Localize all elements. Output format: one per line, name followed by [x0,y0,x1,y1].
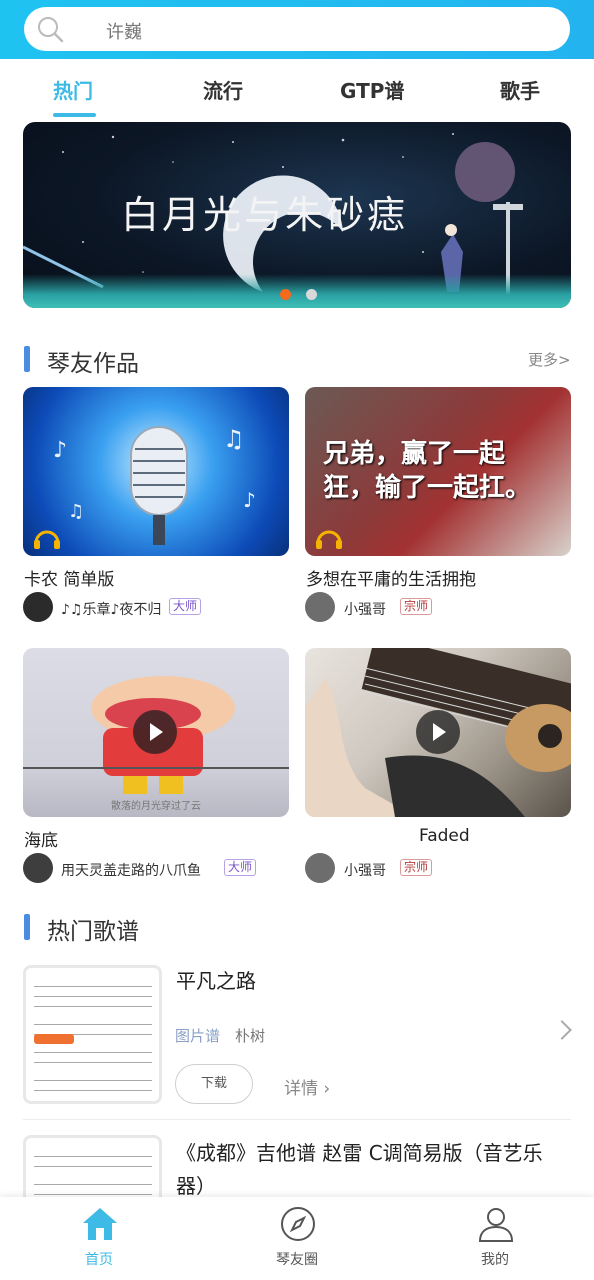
headphone-icon [34,530,60,549]
avatar[interactable] [23,853,53,883]
work-card-2-user[interactable]: 小强哥 [344,599,386,619]
tab-gtp[interactable]: GTP谱 [340,75,404,104]
compass-icon [281,1207,315,1241]
status-badge: 宗师 [400,598,433,615]
status-badge: 大师 [224,859,257,876]
microphone-artwork: ♪ ♫ ♪ ♫ [53,425,256,545]
search-icon [38,17,64,43]
status-badge: 大师 [169,598,202,615]
work-card-2-image-text: 兄弟，赢了一起狂，输了一起扛。 [323,439,532,503]
search-placeholder: 许巍 [106,22,142,43]
avatar[interactable] [305,853,335,883]
tab-singer[interactable]: 歌手 [500,75,540,104]
work-card-4-user[interactable]: 小强哥 [344,860,386,880]
play-icon[interactable] [133,710,177,754]
artist-name: 朴树 [235,1027,266,1045]
svg-text:♫: ♫ [223,425,245,453]
song-title[interactable]: 《成都》吉他谱 赵雷 C调简易版（音艺乐器） [176,1137,571,1203]
section-accent-bar [24,914,30,940]
banner-title: 白月光与朱砂痣 [121,193,409,237]
work-card-2-image[interactable]: 兄弟，赢了一起狂，输了一起扛。 [305,387,571,556]
divider [23,1119,571,1120]
avatar[interactable] [305,592,335,622]
active-tab-indicator [53,113,96,117]
work-card-3-image-text: 散落的月光穿过了云 [111,801,201,812]
detail-label: 详情 [284,1079,318,1099]
top-header: 许巍 [0,0,594,59]
work-card-4-image[interactable] [305,648,571,817]
headphone-icon [316,530,342,549]
section-accent-bar [24,346,30,372]
work-card-3-user[interactable]: 用天灵盖走路的八爪鱼 [61,860,201,880]
work-card-1-image[interactable]: ♪ ♫ ♪ ♫ [23,387,289,556]
carousel-dot-active [280,289,291,300]
svg-text:♪: ♪ [53,438,67,463]
section-title-hot-tabs: 热门歌谱 [47,919,139,945]
nav-home-label: 首页 [85,1252,113,1268]
category-tabs: 热门 流行 GTP谱 歌手 [0,59,594,121]
nav-profile-label: 我的 [481,1252,509,1268]
status-badge: 宗师 [400,859,433,876]
tab-sheet-thumbnail[interactable] [23,965,162,1104]
section-title-friends-works: 琴友作品 [47,351,139,377]
svg-text:♪: ♪ [243,488,256,512]
detail-link[interactable]: 详情 › [284,1074,330,1099]
search-bar[interactable]: 许巍 [24,7,570,51]
chevron-right-icon[interactable] [552,1020,572,1040]
more-link[interactable]: 更多> [528,349,571,370]
avatar[interactable] [23,592,53,622]
nav-friends-circle[interactable]: 琴友圈 [237,1197,357,1280]
nav-friends-label: 琴友圈 [276,1252,318,1268]
bottom-navigation: 首页 琴友圈 我的 [0,1197,594,1280]
work-card-3-title[interactable]: 海底 [24,826,58,851]
tab-popular[interactable]: 流行 [203,75,243,104]
nav-profile[interactable]: 我的 [435,1197,555,1280]
banner-carousel[interactable]: 白月光与朱砂痣 [23,122,571,308]
work-card-2-title[interactable]: 多想在平庸的生活拥抱 [306,565,476,590]
song-title[interactable]: 平凡之路 [176,965,256,998]
home-icon [83,1208,117,1240]
carousel-dot [306,289,317,300]
sheet-type: 图片谱 [175,1027,221,1045]
banner-ground [23,274,571,308]
svg-text:♫: ♫ [68,501,84,522]
play-icon[interactable] [416,710,460,754]
work-card-3-image[interactable]: 散落的月光穿过了云 [23,648,289,817]
work-card-4-title[interactable]: Faded [419,826,470,846]
download-button[interactable]: 下载 [175,1064,253,1104]
work-card-1-user[interactable]: ♪♫乐章♪夜不归 [61,599,161,619]
user-icon [478,1208,514,1242]
work-card-1-title[interactable]: 卡农 简单版 [24,565,114,590]
tab-hot[interactable]: 热门 [53,75,93,104]
nav-home[interactable]: 首页 [39,1197,159,1280]
